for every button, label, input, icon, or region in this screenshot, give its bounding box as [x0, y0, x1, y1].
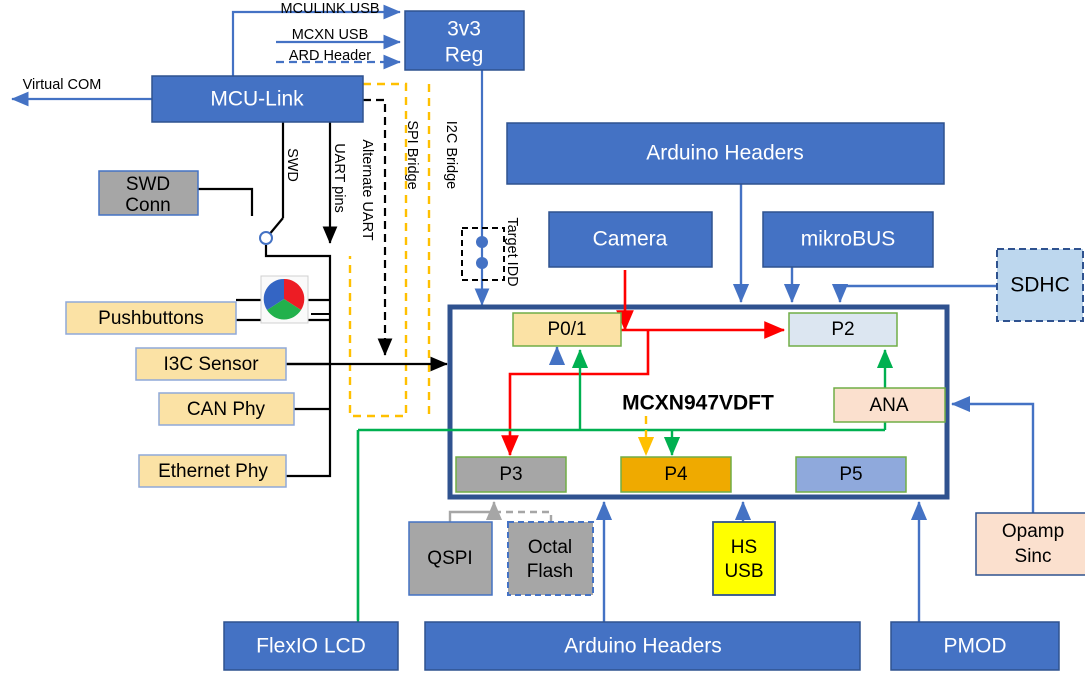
block-diagram-canvas: 3v3 Reg MCU-Link SWD Conn Pushbuttons I3… — [0, 0, 1085, 682]
block-camera[interactable]: Camera — [548, 211, 713, 268]
block-pushbuttons-label: Pushbuttons — [98, 308, 204, 329]
block-mikrobus-label: mikroBUS — [801, 228, 896, 251]
block-can-phy[interactable]: CAN Phy — [158, 392, 295, 426]
block-hs-usb[interactable]: HS USB — [712, 521, 776, 596]
port-p4-label: P4 — [664, 464, 688, 485]
diagram-svg: 3v3 Reg MCU-Link SWD Conn Pushbuttons I3… — [11, 1, 1085, 671]
port-p2[interactable]: P2 — [788, 312, 898, 347]
block-mcu-link-label: MCU-Link — [210, 88, 304, 111]
block-swd-conn-label-2: Conn — [125, 195, 170, 216]
label-mcxn-usb: MCXN USB — [292, 27, 369, 43]
block-qspi[interactable]: QSPI — [408, 521, 493, 596]
block-arduino-headers-top[interactable]: Arduino Headers — [506, 122, 945, 185]
block-arduino-headers-top-label: Arduino Headers — [646, 142, 804, 165]
block-pmod-label: PMOD — [944, 635, 1007, 658]
block-ethernet-phy-label: Ethernet Phy — [158, 461, 268, 482]
wire-mculink-usb — [231, 4, 401, 76]
label-i2c-bridge: I2C Bridge — [443, 121, 459, 190]
label-swd: SWD — [284, 148, 300, 182]
block-swd-conn[interactable]: SWD Conn — [98, 170, 199, 216]
wire-rgb-led — [311, 299, 330, 315]
port-p2-label: P2 — [831, 319, 854, 340]
block-octal-flash-label-2: Flash — [527, 561, 573, 582]
block-opamp-sinc[interactable]: Opamp Sinc — [975, 512, 1085, 576]
label-alternate-uart: Alternate UART — [359, 139, 375, 240]
wire-octalflash-to-p3 — [498, 510, 553, 522]
block-swd-conn-label-1: SWD — [126, 174, 170, 195]
wire-alternate-uart — [348, 82, 408, 418]
port-p5[interactable]: P5 — [795, 456, 907, 493]
port-ana[interactable]: ANA — [833, 387, 946, 423]
block-hs-usb-label-2: USB — [724, 561, 763, 582]
rgb-led-pie-icon — [260, 275, 309, 324]
block-sdhc[interactable]: SDHC — [996, 248, 1084, 322]
port-p01[interactable]: P0/1 — [512, 312, 622, 347]
block-mcu-link[interactable]: MCU-Link — [151, 75, 364, 123]
port-p3[interactable]: P3 — [455, 456, 567, 493]
wire-sdhc-to-mcu — [831, 283, 997, 303]
block-arduino-headers-bottom[interactable]: Arduino Headers — [424, 621, 861, 671]
wire-3v3-to-target-idd — [461, 70, 505, 306]
block-octal-flash-label-1: Octal — [528, 537, 572, 558]
block-qspi-label: QSPI — [427, 548, 472, 569]
block-opamp-sinc-label-2: Sinc — [1015, 546, 1052, 567]
label-virtual-com: Virtual COM — [23, 77, 102, 93]
block-i3c-sensor[interactable]: I3C Sensor — [135, 347, 287, 381]
block-camera-label: Camera — [593, 228, 668, 251]
label-ard-header: ARD Header — [289, 48, 371, 64]
block-arduino-headers-bottom-label: Arduino Headers — [564, 635, 722, 658]
block-pmod[interactable]: PMOD — [890, 621, 1060, 671]
block-3v3-reg[interactable]: 3v3 Reg — [404, 10, 525, 71]
port-p5-label: P5 — [839, 464, 862, 485]
port-p01-label: P0/1 — [547, 319, 586, 340]
block-flexio-lcd-label: FlexIO LCD — [256, 635, 366, 658]
wire-swd-conn-to-switch — [198, 187, 254, 216]
block-octal-flash[interactable]: Octal Flash — [507, 521, 594, 596]
block-3v3-reg-label-1: 3v3 — [447, 18, 481, 41]
block-mikrobus[interactable]: mikroBUS — [762, 211, 934, 268]
block-sdhc-label: SDHC — [1010, 274, 1070, 297]
port-p3-label: P3 — [499, 464, 522, 485]
wire-qspi-to-p3 — [448, 501, 503, 522]
block-3v3-reg-label-2: Reg — [445, 44, 484, 67]
mcu-part-number: MCXN947VDFT — [622, 392, 774, 415]
wire-opampsinc-to-ana — [951, 395, 1035, 513]
port-ana-label: ANA — [869, 395, 908, 416]
block-opamp-sinc-label-1: Opamp — [1002, 521, 1064, 542]
label-spi-bridge: SPI Bridge — [404, 120, 420, 189]
block-i3c-sensor-label: I3C Sensor — [163, 354, 259, 375]
port-p4[interactable]: P4 — [620, 456, 732, 493]
block-pushbuttons[interactable]: Pushbuttons — [65, 301, 237, 335]
block-flexio-lcd[interactable]: FlexIO LCD — [223, 621, 399, 671]
block-ethernet-phy[interactable]: Ethernet Phy — [138, 454, 287, 488]
label-mculink-usb: MCULINK USB — [280, 1, 379, 17]
label-target-idd: Target IDD — [504, 217, 520, 286]
block-hs-usb-label-1: HS — [731, 537, 757, 558]
label-uart-pins: UART pins — [331, 143, 347, 213]
block-can-phy-label: CAN Phy — [187, 399, 266, 420]
